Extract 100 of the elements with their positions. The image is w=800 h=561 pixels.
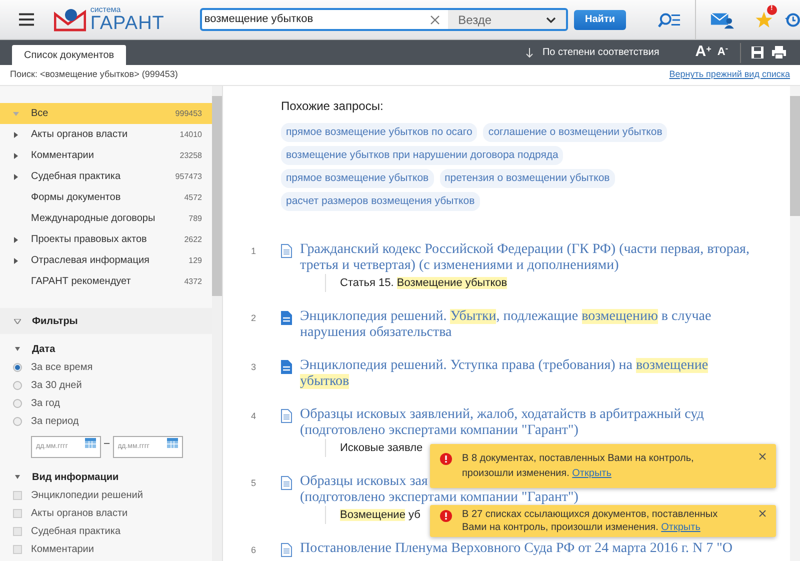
result-number: 4 [251, 410, 258, 423]
category-item[interactable]: Отраслевая информация 129 [0, 250, 212, 271]
collapsed-arrow-icon[interactable] [12, 258, 18, 264]
logo-caption: система [90, 6, 122, 14]
font-increase-button[interactable]: A$^{+}$ [695, 41, 712, 64]
document-title-line[interactable]: Гражданский кодекс Российской Федерации (ГК РФ) (части первая, вторая, [300, 242, 750, 258]
collapsed-arrow-icon[interactable] [12, 132, 18, 138]
notification-message: В 8 документах, поставленных Вами на контроль, произошли изменения. Открыть [462, 452, 695, 481]
category-item[interactable]: Акты органов власти 14010 [0, 124, 212, 145]
restore-view-link[interactable]: Вернуть прежний вид списка [669, 68, 790, 82]
checkbox[interactable] [13, 490, 22, 500]
tab[interactable]: Список документов [12, 45, 126, 65]
encyclopedia-icon [281, 311, 292, 325]
document-icon [281, 409, 292, 423]
scrollbar[interactable] [790, 86, 800, 561]
scope-dropdown[interactable]: Везде [448, 10, 566, 29]
save-icon[interactable] [751, 46, 764, 59]
arrow-down-icon [526, 48, 534, 58]
radio-label: За все время [31, 360, 93, 374]
document-title-line[interactable]: третья и четвертая) (с изменениями и дополнениями) [300, 258, 619, 274]
search-list-icon[interactable] [658, 12, 681, 28]
category-item[interactable]: Проекты правовых актов 2622 [0, 229, 212, 250]
document-icon [281, 543, 292, 557]
category-item[interactable]: Судебная практика 957473 [0, 166, 212, 187]
similar-queries-heading: Похожие запросы: [281, 98, 384, 115]
expanded-arrow-icon[interactable] [15, 475, 20, 479]
radio-label: За год [31, 396, 60, 410]
print-icon[interactable] [772, 46, 786, 59]
query-chip[interactable]: прямое возмещение убытков [281, 169, 434, 188]
checkbox-label: Энциклопедии решений [31, 488, 143, 502]
radio-button[interactable] [13, 416, 22, 426]
result-number: 1 [251, 245, 258, 258]
document-title-line[interactable]: Образцы исковых зая [300, 474, 428, 490]
collapsed-arrow-icon[interactable] [12, 174, 18, 180]
close-icon[interactable] [759, 453, 766, 460]
query-chip[interactable]: расчет размеров возмещения убытков [281, 192, 480, 211]
document-icon [281, 244, 292, 258]
result-number: 2 [251, 312, 258, 325]
range-dash: – [104, 436, 110, 450]
document-title-line[interactable]: нарушения обязательства [300, 325, 452, 341]
logo-text: ГАРАНТ [90, 14, 164, 33]
result-number: 6 [251, 544, 258, 557]
checkbox-label: Судебная практика [31, 524, 121, 538]
snippet-text[interactable]: Статья 15. Возмещение убытков [340, 274, 508, 292]
info-type-heading: Вид информации [32, 470, 119, 484]
radio-button[interactable] [13, 398, 22, 408]
collapsed-arrow-icon[interactable] [12, 152, 18, 158]
result-number: 3 [251, 361, 258, 374]
query-chip[interactable]: возмещение убытков при нарушении договора подряда [281, 146, 564, 165]
star-icon[interactable] [754, 10, 773, 28]
query-chip[interactable]: претензия о возмещении убытков [440, 169, 615, 188]
document-title-line[interactable]: Постановление Пленума Верховного Суда РФ от 24 марта 2016 г. N 7 "О [300, 541, 732, 557]
document-title-line[interactable]: Образцы исковых заявлений, жалоб, ходатайств в арбитражный суд [300, 407, 704, 423]
encyclopedia-icon [281, 360, 292, 374]
calendar-icon[interactable] [166, 438, 178, 448]
document-title-line[interactable]: Энциклопедия решений. Уступка права (требования) на возмещение [300, 358, 708, 374]
search-summary: Поиск: <возмещение убытков> (999453) [10, 68, 178, 82]
checkbox-label: Комментарии [31, 542, 94, 556]
checkbox[interactable] [13, 508, 22, 518]
open-link[interactable]: Открыть [572, 468, 612, 479]
menu-icon[interactable] [19, 13, 34, 26]
document-title-line[interactable]: (подготовлено экспертами компании "Гарант") [300, 423, 578, 439]
alert-icon [440, 453, 452, 465]
document-title-line[interactable]: (подготовлено экспертами компании "Гарант") [300, 490, 578, 506]
radio-button[interactable] [13, 362, 22, 372]
category-item[interactable]: Все 999453 [0, 103, 212, 124]
radio-label: За период [31, 414, 79, 428]
sort-button[interactable]: По степени соответствия [542, 45, 660, 60]
close-icon[interactable] [759, 510, 766, 517]
notification-message: В 27 списках ссылающихся документов, поставленных Вами на контроль, произошли изменения. Открыть [462, 508, 719, 535]
document-icon [281, 476, 292, 490]
search-field[interactable]: возмещение убытков Везде [200, 8, 568, 31]
calendar-icon[interactable] [85, 438, 96, 448]
checkbox[interactable] [13, 526, 22, 536]
date-heading: Дата [32, 342, 56, 356]
chevron-down-icon [546, 16, 556, 22]
radio-button[interactable] [13, 380, 22, 390]
radio-label: За 30 дней [31, 378, 82, 392]
expanded-arrow-icon[interactable] [15, 347, 20, 351]
alert-icon [440, 510, 452, 522]
category-item[interactable]: ГАРАНТ рекомендует 4372 [0, 271, 212, 292]
snippet-text[interactable]: Исковые заявле [340, 440, 423, 456]
scrollbar[interactable] [212, 86, 222, 561]
expanded-arrow-icon[interactable] [14, 318, 21, 324]
category-item[interactable]: Формы документов 4572 [0, 187, 212, 208]
category-item[interactable]: Комментарии 23258 [0, 145, 212, 166]
checkbox[interactable] [13, 544, 22, 554]
query-chip[interactable]: соглашение о возмещении убытков [483, 123, 668, 142]
logo-icon [54, 8, 86, 32]
open-link[interactable]: Открыть [661, 522, 700, 533]
document-title-line[interactable]: Энциклопедия решений. Убытки, подлежащие возмещению в случае [300, 309, 712, 325]
search-button[interactable]: Найти [574, 10, 626, 30]
collapsed-arrow-icon[interactable] [12, 236, 18, 242]
query-chip[interactable]: прямое возмещение убытков по осаго [281, 123, 478, 142]
category-item[interactable]: Международные договоры 789 [0, 208, 212, 229]
history-icon[interactable] [784, 12, 800, 28]
font-decrease-button[interactable]: A$^{-}$ [717, 44, 728, 61]
result-number: 5 [251, 477, 258, 490]
clear-icon[interactable] [430, 14, 440, 24]
checkbox-label: Акты органов власти [31, 506, 128, 520]
